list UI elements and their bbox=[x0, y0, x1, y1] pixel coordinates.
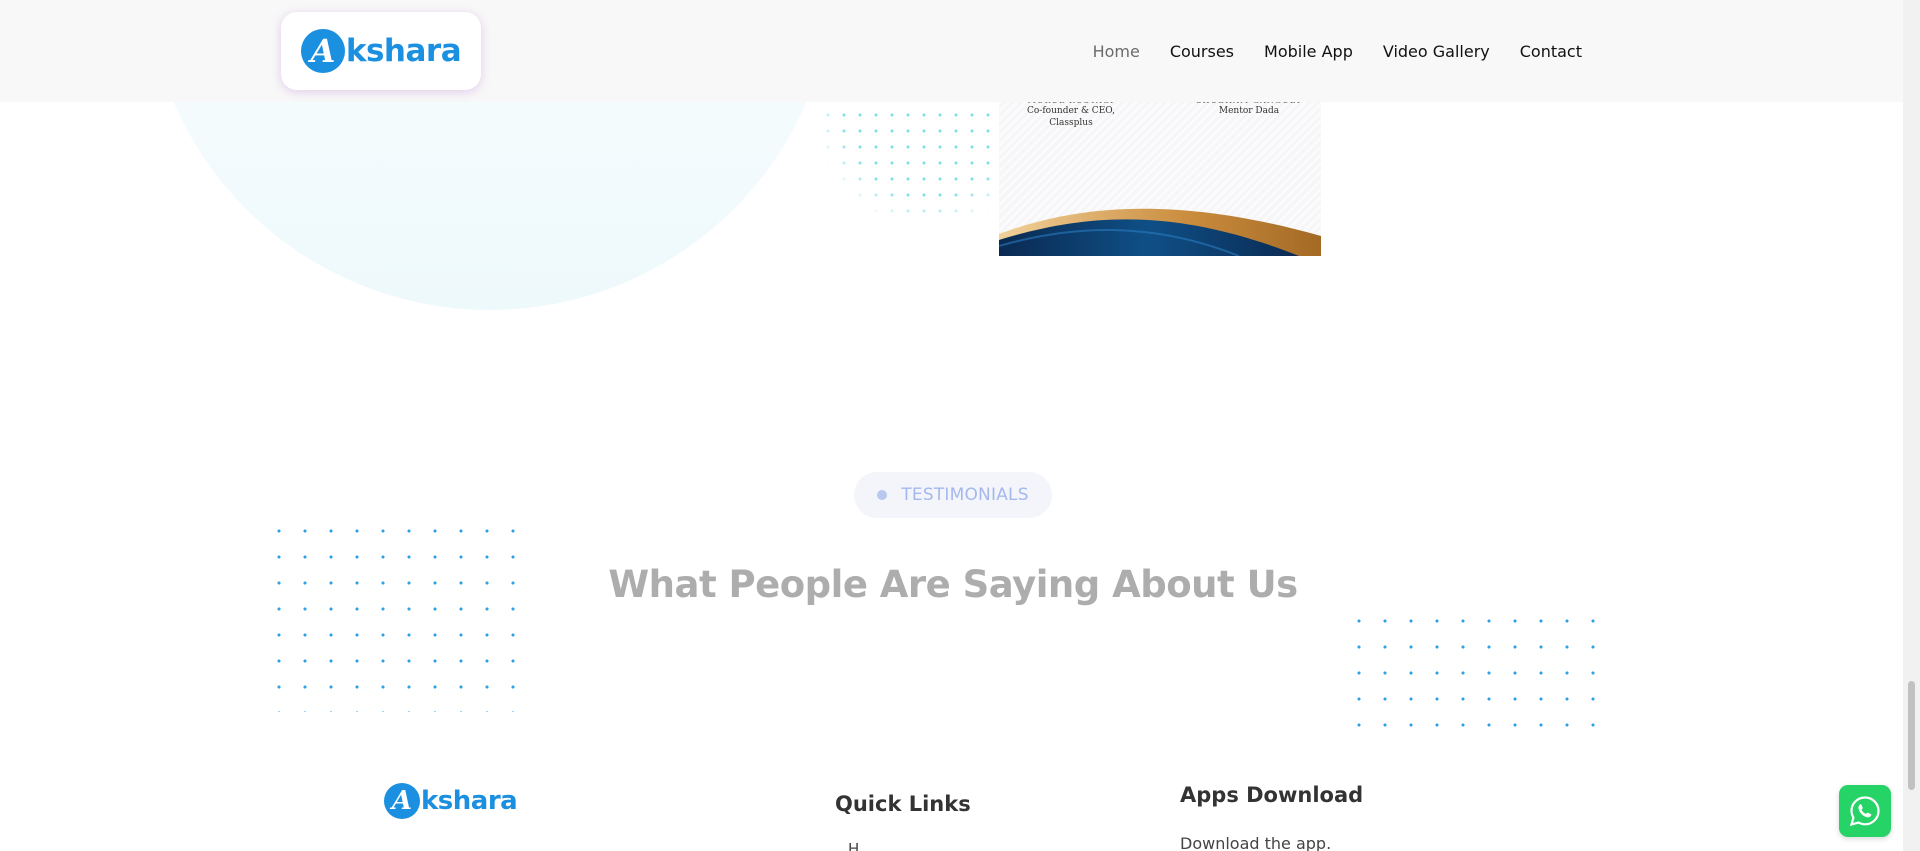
footer-logo-link[interactable]: A kshara bbox=[384, 783, 518, 819]
certificate-swoosh bbox=[999, 208, 1321, 256]
page-scrollbar[interactable] bbox=[1903, 0, 1920, 851]
apps-download-description: Download the app. bbox=[1180, 834, 1332, 851]
tag-dot-icon bbox=[877, 490, 888, 500]
brand-logo: A kshara bbox=[300, 29, 462, 73]
nav-mobile-app[interactable]: Mobile App bbox=[1264, 42, 1353, 61]
section-tag: TESTIMONIALS bbox=[854, 472, 1052, 518]
whatsapp-button[interactable] bbox=[1839, 785, 1891, 837]
nav-home[interactable]: Home bbox=[1093, 42, 1140, 61]
logo-wordmark: kshara bbox=[421, 786, 518, 816]
site-header: A kshara Home Courses Mobile App Video G… bbox=[0, 0, 1903, 102]
main-nav: Home Courses Mobile App Video Gallery Co… bbox=[1063, 0, 1582, 102]
signatory-role: Co-founder & CEO, Classplus bbox=[1027, 106, 1115, 129]
logo-mark: A bbox=[300, 29, 345, 73]
nav-courses[interactable]: Courses bbox=[1170, 42, 1234, 61]
logo-wordmark: kshara bbox=[345, 32, 462, 69]
section-title: What People Are Saying About Us bbox=[608, 563, 1298, 606]
nav-video-gallery[interactable]: Video Gallery bbox=[1383, 42, 1490, 61]
apps-download-title: Apps Download bbox=[1180, 783, 1364, 807]
nav-contact[interactable]: Contact bbox=[1520, 42, 1582, 61]
decor-dot-grid-left bbox=[266, 518, 536, 712]
quick-link-item[interactable]: H bbox=[848, 840, 859, 851]
logo-mark: A bbox=[384, 783, 420, 819]
scrollbar-thumb[interactable] bbox=[1908, 681, 1915, 790]
decor-dot-grid-right bbox=[1346, 608, 1616, 728]
whatsapp-icon bbox=[1849, 796, 1880, 827]
certificate-image: MUKUL RUSTAGI Co-founder & CEO, Classplu… bbox=[999, 80, 1321, 256]
header-logo-link[interactable]: A kshara bbox=[281, 12, 481, 90]
signatory-role: Mentor Dada bbox=[1218, 106, 1280, 117]
section-tag-label: TESTIMONIALS bbox=[901, 485, 1029, 505]
quick-links-title: Quick Links bbox=[835, 792, 971, 816]
